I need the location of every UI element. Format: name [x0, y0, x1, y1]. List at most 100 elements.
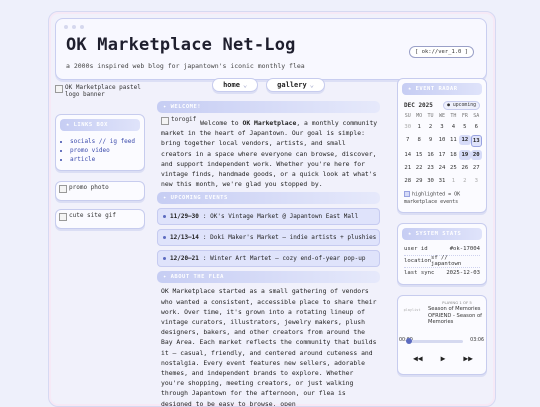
link-socials[interactable]: socials // ig feed — [70, 137, 144, 146]
stats-value: sf // japantown — [430, 255, 462, 267]
gif-box: cute site gif — [55, 209, 145, 230]
welcome-heading: ✦ WELCOME! — [157, 101, 380, 113]
calendar-day[interactable]: 28 — [402, 176, 413, 186]
calendar-day[interactable]: 11 — [448, 135, 459, 145]
calendar-day[interactable]: 31 — [436, 176, 447, 186]
torogif-alt-text: torogif — [171, 116, 197, 123]
calendar-day[interactable]: 16 — [425, 150, 436, 160]
progress-knob[interactable] — [406, 337, 412, 344]
left-sidebar: OK Marketplace pastel logo banner ★ LINK… — [55, 80, 145, 230]
site-gif-image: cute site gif — [59, 212, 141, 222]
weekday-label: WE — [438, 113, 445, 119]
welcome-brand-name: OK Marketplace — [242, 119, 297, 127]
broken-image-icon — [55, 85, 63, 93]
nav-gallery-label: gallery — [277, 81, 307, 89]
stats-row: user id #ok-17004 — [404, 244, 480, 256]
promo-photo-box: promo photo — [55, 181, 145, 202]
nav-home-button[interactable]: home ⌄ — [212, 78, 259, 92]
weekday-label: SU — [404, 113, 411, 119]
calendar-day[interactable]: 8 — [413, 135, 424, 145]
link-article[interactable]: article — [70, 155, 144, 164]
calendar-day[interactable]: 25 — [448, 163, 459, 173]
calendar-day[interactable]: 20 — [470, 150, 482, 160]
links-list: socials // ig feed promo video article — [70, 137, 144, 164]
main-content: ✦ WELCOME! torogif Welcome to OK Marketp… — [157, 101, 380, 406]
progress-slider[interactable] — [406, 337, 463, 344]
bullet-icon — [163, 257, 166, 261]
stats-key: location — [404, 258, 431, 264]
link-promo-video[interactable]: promo video — [70, 146, 144, 155]
calendar-day[interactable]: 23 — [425, 163, 436, 173]
event-item[interactable]: 12/20–21: Winter Art Martet — cozy end-o… — [157, 250, 380, 268]
calendar-day[interactable]: 3 — [436, 122, 447, 132]
site-window: OK Marketplace Net-Log a 2000s inspired … — [48, 11, 496, 407]
calendar-day[interactable]: 15 — [413, 150, 424, 160]
links-box-title: ★ LINKS BOX — [60, 119, 140, 132]
nav-gallery-button[interactable]: gallery ⌄ — [266, 78, 325, 92]
upcoming-badge: ● upcoming — [443, 101, 480, 110]
calendar-day[interactable]: 2 — [425, 122, 436, 132]
chevron-down-icon: ⌄ — [309, 81, 314, 89]
system-stats-panel: ★ SYSTEM STATS user id #ok-17004 location… — [397, 222, 487, 285]
right-sidebar: ★ EVENT RADAR DEC 2025 ● upcoming SU MO TU… — [397, 78, 487, 375]
calendar-day[interactable]: 10 — [436, 135, 447, 145]
window-dot — [64, 25, 68, 29]
play-icon[interactable]: ▶ — [441, 354, 446, 363]
calendar-day[interactable]: 14 — [402, 150, 413, 160]
broken-image-icon — [59, 185, 67, 194]
stats-row: location sf // japantown — [404, 255, 480, 268]
track-title: Season of Memories OFRIEND - Season of M… — [428, 306, 483, 326]
time-total: 03:06 — [470, 337, 484, 343]
bullet-icon — [163, 215, 166, 219]
site-header: OK Marketplace Net-Log a 2000s inspired … — [55, 18, 487, 80]
track-info: PLAYING 1 OF 5 Season of Memories OFRIEN… — [428, 300, 486, 326]
calendar-day[interactable]: 24 — [436, 163, 447, 173]
calendar-day[interactable]: 26 — [459, 163, 470, 173]
calendar-day[interactable]: 30 — [402, 122, 413, 132]
event-desc: : Doki Maker's Market — indie artists + … — [202, 234, 377, 242]
player-controls: ◀◀ ▶ ▶▶ — [398, 354, 488, 363]
weekday-label: SA — [473, 113, 480, 119]
calendar-day[interactable]: 6 — [471, 122, 482, 132]
calendar-day[interactable]: 12 — [459, 135, 471, 145]
calendar-legend: highlighted = OK marketplace events — [404, 191, 480, 206]
calendar-day[interactable]: 17 — [436, 150, 447, 160]
events-heading: ✦ UPCOMING EVENTS — [157, 192, 380, 205]
calendar-day[interactable]: 27 — [471, 163, 482, 173]
prev-track-icon[interactable]: ◀◀ — [413, 354, 423, 363]
bullet-icon — [163, 236, 166, 240]
window-dot — [72, 25, 76, 29]
event-item[interactable]: 11/29–30: OK's Vintage Market @ Japantow… — [157, 208, 380, 226]
stats-table: user id #ok-17004 location sf // japantown… — [404, 244, 480, 279]
event-date: 12/20–21 — [170, 255, 199, 263]
calendar-day[interactable]: 19 — [459, 150, 471, 160]
calendar-day[interactable]: 13 — [470, 135, 482, 147]
next-track-icon[interactable]: ▶▶ — [463, 354, 473, 363]
calendar-day[interactable]: 2 — [459, 176, 470, 186]
legend-text: highlighted = OK marketplace events — [404, 191, 461, 205]
album-art: playlist — [403, 307, 421, 312]
calendar-day[interactable]: 3 — [471, 176, 482, 186]
calendar-day[interactable]: 5 — [459, 122, 470, 132]
event-item[interactable]: 12/13–14: Doki Maker's Market — indie ar… — [157, 229, 380, 247]
calendar-day[interactable]: 22 — [413, 163, 424, 173]
calendar-month: DEC 2025 — [404, 102, 433, 109]
calendar-day[interactable]: 21 — [402, 163, 413, 173]
calendar-day[interactable]: 29 — [413, 176, 424, 186]
site-title: OK Marketplace Net-Log — [66, 35, 296, 55]
calendar-day[interactable]: 18 — [448, 150, 459, 160]
welcome-text: torogif Welcome to OK Marketplace, a mon… — [157, 113, 380, 192]
welcome-text-post: , a monthly community market in the hear… — [161, 119, 378, 189]
calendar-day[interactable]: 4 — [448, 122, 459, 132]
music-player: playlist PLAYING 1 OF 5 Season of Memori… — [397, 294, 488, 375]
calendar-day[interactable]: 9 — [425, 135, 436, 145]
links-box: ★ LINKS BOX socials // ig feed promo vid… — [55, 114, 145, 172]
calendar-day[interactable]: 7 — [402, 135, 413, 145]
event-date: 11/29–30 — [170, 213, 199, 221]
calendar-day[interactable]: 1 — [413, 122, 424, 132]
stats-row: last sync 2025-12-03 — [404, 268, 480, 279]
calendar-day[interactable]: 1 — [448, 176, 459, 186]
calendar-grid: SU MO TU WE TH FR SA 30 1 2 3 4 5 6 7 8 9 10 11 12 13 14 15 16 1… — [402, 113, 482, 186]
window-dot — [80, 25, 84, 29]
calendar-day[interactable]: 30 — [425, 176, 436, 186]
